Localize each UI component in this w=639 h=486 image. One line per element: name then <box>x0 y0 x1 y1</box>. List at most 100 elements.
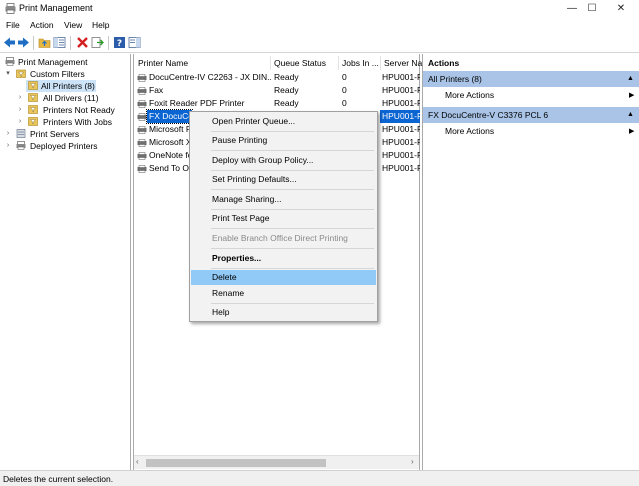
menu-item-print-test-page[interactable]: Print Test Page <box>191 211 376 226</box>
printer-name-cell: Fax <box>149 85 164 95</box>
printer-icon <box>137 139 147 147</box>
menu-separator <box>211 268 374 269</box>
collapse-icon[interactable]: ▾ <box>4 70 12 78</box>
menu-item-enable-branch-office: Enable Branch Office Direct Printing <box>212 233 348 243</box>
filter-icon <box>28 93 38 102</box>
expand-icon[interactable]: › <box>16 118 24 126</box>
actions-section-selected-printer[interactable]: FX DocuCentre-V C3376 PCL 6 ▲ <box>423 107 639 123</box>
expand-icon[interactable]: › <box>16 106 24 114</box>
filter-icon <box>28 81 38 90</box>
show-hide-tree-icon[interactable] <box>53 36 66 49</box>
expand-icon[interactable]: › <box>4 130 12 138</box>
printer-name-cell: Foxit Reader PDF Printer <box>149 98 245 108</box>
server-name-cell: HPU001-P <box>382 72 420 82</box>
actions-header: Actions <box>428 58 460 68</box>
menu-item-set-printing-defaults[interactable]: Set Printing Defaults... <box>191 172 376 187</box>
menu-item-deploy-group-policy[interactable]: Deploy with Group Policy... <box>191 153 376 168</box>
tree-label: All Drivers (11) <box>43 93 99 103</box>
navigation-tree: Print Management ▾ Custom Filters All Pr… <box>0 54 131 470</box>
back-icon[interactable] <box>3 36 16 49</box>
help-icon[interactable]: ? <box>113 36 126 49</box>
menu-separator <box>211 170 374 171</box>
action-more-actions[interactable]: More Actions <box>445 90 494 100</box>
column-header-jobs-in-queue[interactable]: Jobs In ... <box>339 56 381 70</box>
expand-icon[interactable]: › <box>4 142 12 150</box>
printer-name-cell: OneNote fo <box>149 150 193 160</box>
printer-icon <box>137 126 147 134</box>
column-header-printer-name[interactable]: Printer Name <box>135 56 271 70</box>
collapse-up-icon[interactable]: ▲ <box>627 107 634 123</box>
menu-item-properties[interactable]: Properties... <box>191 251 376 266</box>
printer-icon <box>137 152 147 160</box>
action-label: More Actions <box>445 90 495 100</box>
printer-management-icon <box>5 57 15 66</box>
column-header-queue-status[interactable]: Queue Status <box>271 56 339 70</box>
menu-separator <box>211 209 374 210</box>
queue-status-cell: Ready <box>274 85 299 95</box>
table-row[interactable]: Foxit Reader PDF Printer Ready 0 HPU001-… <box>134 97 420 110</box>
scroll-right-icon[interactable]: › <box>411 457 414 466</box>
delete-icon[interactable] <box>76 36 89 49</box>
expand-icon[interactable]: › <box>16 94 24 102</box>
forward-icon[interactable] <box>17 36 30 49</box>
server-name-cell: HPU001-P <box>382 163 420 173</box>
printer-name-cell: DocuCentre-IV C2263 - JX DIN... <box>149 72 271 82</box>
menu-separator <box>211 189 374 190</box>
menu-separator <box>211 248 374 249</box>
scroll-left-icon[interactable]: ‹ <box>136 457 139 466</box>
collapse-up-icon[interactable]: ▲ <box>627 71 634 87</box>
menu-item-help[interactable]: Help <box>191 305 376 320</box>
menu-item-open-printer-queue[interactable]: Open Printer Queue... <box>191 114 376 129</box>
printer-icon <box>137 74 147 82</box>
scrollbar-thumb[interactable] <box>146 459 326 467</box>
printer-management-icon <box>5 3 16 14</box>
server-icon <box>16 129 26 138</box>
filter-icon <box>28 105 38 114</box>
tree-label: Custom Filters <box>30 69 85 79</box>
section-title: FX DocuCentre-V C3376 PCL 6 <box>428 110 549 120</box>
printer-name-cell: FX DocuCe <box>146 109 193 124</box>
window-title: Print Management <box>19 3 93 13</box>
svg-text:?: ? <box>117 39 122 49</box>
menu-item-rename[interactable]: Rename <box>191 286 376 301</box>
horizontal-scrollbar[interactable]: ‹ › <box>134 455 419 469</box>
tree-item-all-printers[interactable]: All Printers (8) <box>26 80 96 92</box>
close-button[interactable]: ✕ <box>601 0 639 18</box>
server-name-cell: HPU001-P <box>382 85 420 95</box>
deployed-printers-icon <box>16 141 26 150</box>
menu-action[interactable]: Action <box>30 20 54 30</box>
server-name-cell: HPU001-P <box>382 124 420 134</box>
toolbar: ? <box>0 33 639 53</box>
queue-status-cell: Ready <box>274 72 299 82</box>
menu-help[interactable]: Help <box>92 20 109 30</box>
table-row[interactable]: Fax Ready 0 HPU001-P <box>134 84 420 97</box>
action-more-actions[interactable]: More Actions <box>445 126 494 136</box>
actions-pane: Actions All Printers (8) ▲ More Actions … <box>422 54 639 470</box>
column-header-server-name[interactable]: Server Nar <box>381 56 425 70</box>
status-bar: Deletes the current selection. <box>0 470 639 486</box>
actions-section-all-printers[interactable]: All Printers (8) ▲ <box>423 71 639 87</box>
table-row[interactable]: DocuCentre-IV C2263 - JX DIN... Ready 0 … <box>134 71 420 84</box>
tree-label: Print Servers <box>30 129 80 139</box>
menu-item-delete[interactable]: Delete <box>191 270 376 285</box>
toolbar-separator <box>70 36 71 50</box>
menu-bar: File Action View Help <box>0 18 639 33</box>
menu-file[interactable]: File <box>6 20 20 30</box>
export-icon[interactable] <box>91 36 104 49</box>
fax-icon <box>137 87 147 95</box>
menu-view[interactable]: View <box>64 20 82 30</box>
tree-label: All Printers (8) <box>41 81 95 91</box>
context-menu: Open Printer Queue... Pause Printing Dep… <box>189 111 378 322</box>
tree-label: Printers With Jobs <box>43 117 112 127</box>
folder-filter-icon <box>16 69 26 78</box>
menu-separator <box>211 131 374 132</box>
printer-icon <box>137 165 147 173</box>
status-text: Deletes the current selection. <box>3 474 114 484</box>
menu-item-pause-printing[interactable]: Pause Printing <box>191 133 376 148</box>
show-hide-action-pane-icon[interactable] <box>128 36 141 49</box>
up-folder-icon[interactable] <box>38 36 51 49</box>
tree-label: Deployed Printers <box>30 141 98 151</box>
menu-item-manage-sharing[interactable]: Manage Sharing... <box>191 192 376 207</box>
menu-separator <box>211 303 374 304</box>
printer-icon <box>137 100 147 108</box>
